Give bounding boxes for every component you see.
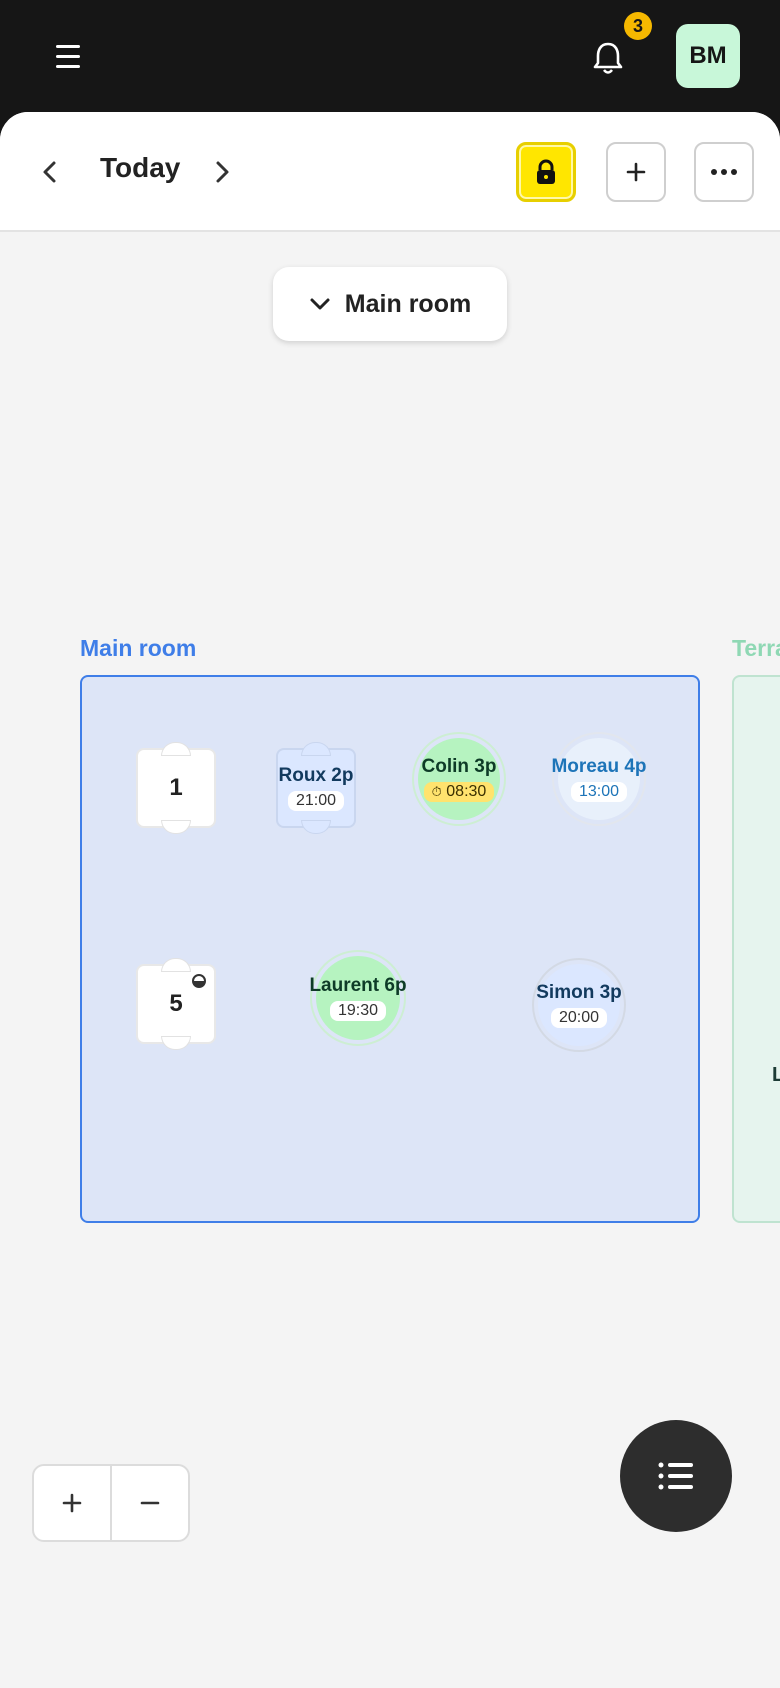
table-5[interactable]: 5 [136, 958, 216, 1050]
menu-icon[interactable] [48, 36, 88, 76]
reservation-time-value: 08:30 [446, 783, 487, 800]
table-outline [552, 732, 646, 826]
plus-icon [62, 1493, 82, 1513]
chevron-left-icon [43, 161, 56, 183]
date-header: Today [0, 112, 780, 232]
reservation-name: Simon 3p [536, 982, 622, 1003]
room-title-terrace: Terra [732, 635, 780, 661]
zoom-out-button[interactable] [112, 1466, 188, 1540]
table-reservation-moreau[interactable]: Moreau 4p 13:00 [551, 732, 647, 826]
reservation-time: 20:00 [550, 1008, 608, 1028]
reservation-time: ⏱ 08:30 [423, 782, 495, 802]
reservation-name: Laurent 6p [309, 975, 407, 996]
reservation-name: Roux 2p [278, 765, 354, 786]
room-selector-label: Main room [344, 289, 472, 318]
terrace-room-area [732, 675, 780, 1223]
notification-count-badge: 3 [624, 12, 652, 40]
list-icon [658, 1462, 693, 1490]
zoom-in-button[interactable] [34, 1466, 110, 1540]
top-bar: 3 BM [0, 0, 780, 112]
reservation-time: 21:00 [287, 791, 345, 811]
next-day-button[interactable] [202, 148, 242, 196]
table-outline [310, 950, 406, 1046]
reservation-name: Moreau 4p [551, 756, 647, 777]
more-options-button[interactable] [694, 142, 754, 202]
chevron-down-icon [310, 298, 330, 310]
room-selector[interactable]: Main room [273, 267, 507, 341]
table-reservation-simon[interactable]: Simon 3p 20:00 [532, 958, 626, 1052]
zoom-controls [32, 1464, 190, 1542]
reservation-time: 13:00 [570, 782, 628, 802]
table-reservation-colin[interactable]: Colin 3p ⏱ 08:30 [412, 732, 506, 826]
user-avatar[interactable]: BM [676, 24, 740, 88]
reservation-time: 19:30 [329, 1001, 387, 1021]
chevron-right-icon [216, 161, 229, 183]
previous-day-button[interactable] [30, 148, 70, 196]
table-outline [412, 732, 506, 826]
table-1[interactable]: 1 [136, 742, 216, 834]
minus-icon [140, 1501, 160, 1505]
notifications-bell-icon[interactable] [586, 36, 630, 80]
reservation-name: Colin 3p [421, 756, 497, 777]
table-number: 5 [169, 990, 183, 1017]
terrace-table-label: L [772, 1064, 780, 1086]
table-reservation-laurent[interactable]: Laurent 6p 19:30 [309, 950, 407, 1046]
table-outline [532, 958, 626, 1052]
room-title-main: Main room [80, 635, 197, 661]
timer-icon: ⏱ [431, 784, 442, 799]
plus-icon [626, 162, 646, 182]
add-button[interactable] [606, 142, 666, 202]
floor-plan-sheet: Today Main room Main room Terra L 1 Roux… [0, 112, 780, 1688]
date-label[interactable]: Today [100, 152, 180, 184]
table-number: 1 [169, 774, 183, 801]
list-view-button[interactable] [620, 1420, 732, 1532]
lock-layout-button[interactable] [516, 142, 576, 202]
table-reservation-roux[interactable]: Roux 2p 21:00 [276, 742, 356, 834]
half-circle-status-icon [192, 974, 206, 988]
more-horizontal-icon [711, 169, 737, 175]
lock-icon [537, 159, 555, 184]
